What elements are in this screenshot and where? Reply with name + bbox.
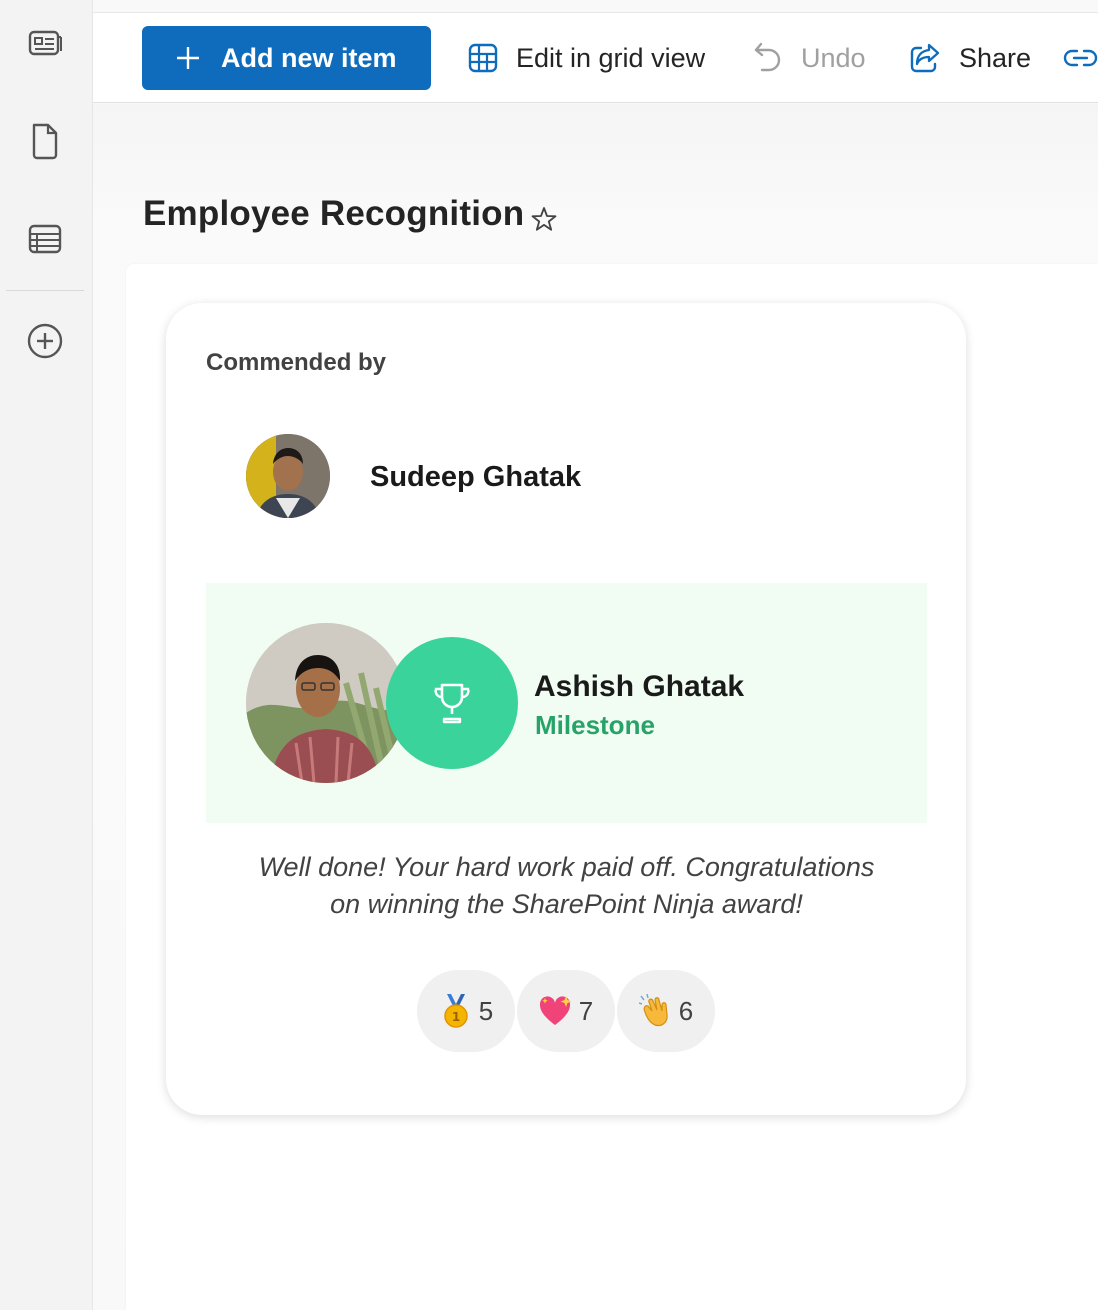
copy-link-button[interactable] (1063, 26, 1098, 90)
left-rail (0, 0, 93, 1310)
commended-by-label: Commended by (206, 349, 387, 376)
page-title: Employee Recognition (143, 194, 525, 233)
undo-icon (754, 42, 781, 72)
recipient-avatar (246, 623, 406, 783)
trophy-badge (386, 637, 518, 769)
add-new-item-button[interactable]: Add new item (142, 26, 431, 90)
document-icon[interactable] (22, 118, 68, 164)
add-circle-icon[interactable] (22, 318, 68, 364)
svg-text:1: 1 (452, 1010, 460, 1024)
edit-in-grid-view-label: Edit in grid view (516, 42, 706, 73)
reaction-heart-count: 7 (578, 995, 594, 1026)
trophy-icon (434, 683, 470, 724)
reaction-medal[interactable]: 1 5 (417, 970, 515, 1052)
plus-icon (177, 47, 199, 69)
message-line-2: on winning the SharePoint Ninja award! (330, 889, 803, 919)
command-bar: Add new item Edit in grid view Undo Shar… (93, 13, 1098, 103)
news-icon[interactable] (22, 20, 68, 66)
edit-in-grid-view-button[interactable]: Edit in grid view (468, 26, 705, 90)
reaction-heart[interactable]: 7 (517, 970, 615, 1052)
reaction-medal-count: 5 (478, 995, 494, 1026)
rail-divider (6, 290, 84, 291)
reaction-clap-count: 6 (678, 995, 694, 1026)
recipient-name: Ashish Ghatak (534, 670, 745, 703)
undo-label: Undo (801, 42, 866, 73)
clapping-hands-icon (638, 994, 673, 1028)
share-button[interactable]: Share (909, 26, 1031, 90)
recognition-message: Well done! Your hard work paid off. Cong… (206, 849, 927, 923)
list-icon[interactable] (22, 216, 68, 262)
grid-icon (468, 43, 498, 73)
reaction-clap[interactable]: 6 (617, 970, 715, 1052)
commender-name: Sudeep Ghatak (370, 461, 582, 493)
award-type: Milestone (535, 710, 655, 740)
undo-button[interactable]: Undo (753, 26, 866, 90)
link-icon (1063, 49, 1098, 67)
share-icon (910, 43, 940, 73)
award-panel: Ashish Ghatak Milestone (206, 583, 927, 823)
share-label: Share (959, 42, 1032, 73)
message-line-1: Well done! Your hard work paid off. Cong… (258, 852, 875, 882)
reactions-bar: 1 5 7 6 (417, 970, 715, 1052)
recognition-card: Commended by Sudeep Ghatak Ashish Ghatak… (166, 303, 966, 1115)
medal-icon: 1 (439, 994, 473, 1028)
add-new-item-label: Add new item (221, 42, 397, 73)
favorite-star-icon[interactable] (528, 203, 560, 235)
commender-avatar (246, 434, 330, 518)
sparkling-heart-icon (539, 994, 573, 1028)
